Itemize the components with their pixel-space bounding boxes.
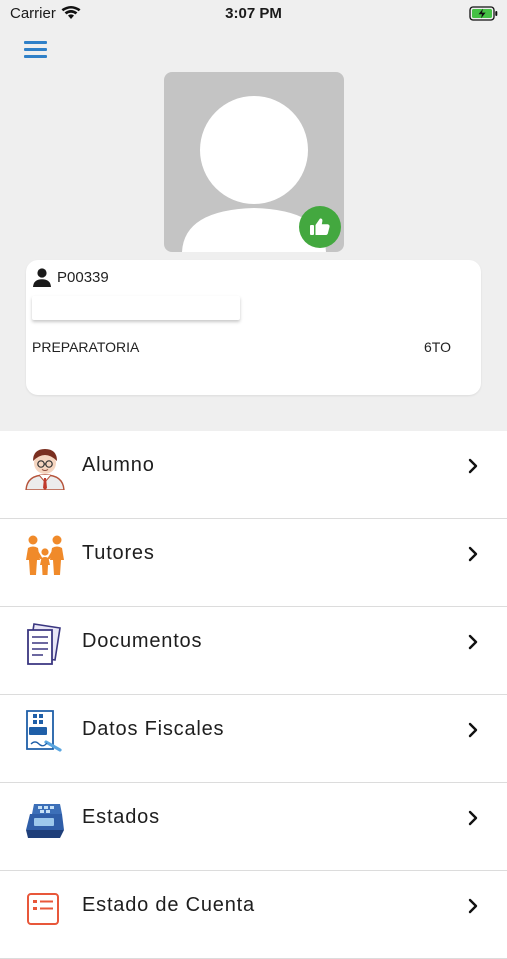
main-menu-list: Alumno Tutores Documentos Datos Fiscales… bbox=[0, 431, 507, 959]
battery-charging-icon bbox=[469, 6, 498, 21]
hamburger-line bbox=[24, 55, 47, 58]
chevron-right-icon bbox=[468, 898, 478, 914]
menu-label: Alumno bbox=[82, 454, 155, 476]
chevron-right-icon bbox=[468, 634, 478, 650]
status-bar: Carrier 3:07 PM bbox=[0, 0, 507, 28]
menu-label: Datos Fiscales bbox=[82, 718, 225, 740]
menu-item-estados[interactable]: Estados bbox=[0, 783, 507, 871]
student-name-field bbox=[32, 296, 240, 320]
student-id: P00339 bbox=[57, 269, 109, 286]
menu-button[interactable] bbox=[24, 41, 47, 58]
menu-label: Tutores bbox=[82, 542, 155, 564]
clock: 3:07 PM bbox=[225, 5, 282, 22]
grade-label: 6TO bbox=[424, 339, 451, 355]
menu-item-alumno[interactable]: Alumno bbox=[0, 431, 507, 519]
menu-item-documentos[interactable]: Documentos bbox=[0, 607, 507, 695]
account-statement-icon bbox=[27, 893, 59, 925]
chevron-right-icon bbox=[468, 546, 478, 562]
school-level: PREPARATORIA bbox=[32, 339, 140, 355]
menu-label: Documentos bbox=[82, 630, 203, 652]
chevron-right-icon bbox=[468, 722, 478, 738]
tax-data-icon bbox=[26, 710, 62, 752]
thumbs-up-icon[interactable] bbox=[299, 206, 341, 248]
chevron-right-icon bbox=[468, 810, 478, 826]
chevron-right-icon bbox=[468, 458, 478, 474]
hamburger-line bbox=[24, 48, 47, 51]
student-icon bbox=[25, 449, 65, 490]
hamburger-line bbox=[24, 41, 47, 44]
menu-item-tutores[interactable]: Tutores bbox=[0, 519, 507, 607]
documents-icon bbox=[27, 623, 61, 665]
menu-label: Estado de Cuenta bbox=[82, 894, 255, 916]
person-icon bbox=[33, 268, 51, 287]
menu-label: Estados bbox=[82, 806, 160, 828]
menu-item-datos-fiscales[interactable]: Datos Fiscales bbox=[0, 695, 507, 783]
register-icon bbox=[26, 804, 64, 838]
student-card: P00339 PREPARATORIA 6TO bbox=[26, 260, 481, 395]
family-icon bbox=[26, 535, 64, 575]
menu-item-estado-de-cuenta[interactable]: Estado de Cuenta bbox=[0, 871, 507, 959]
